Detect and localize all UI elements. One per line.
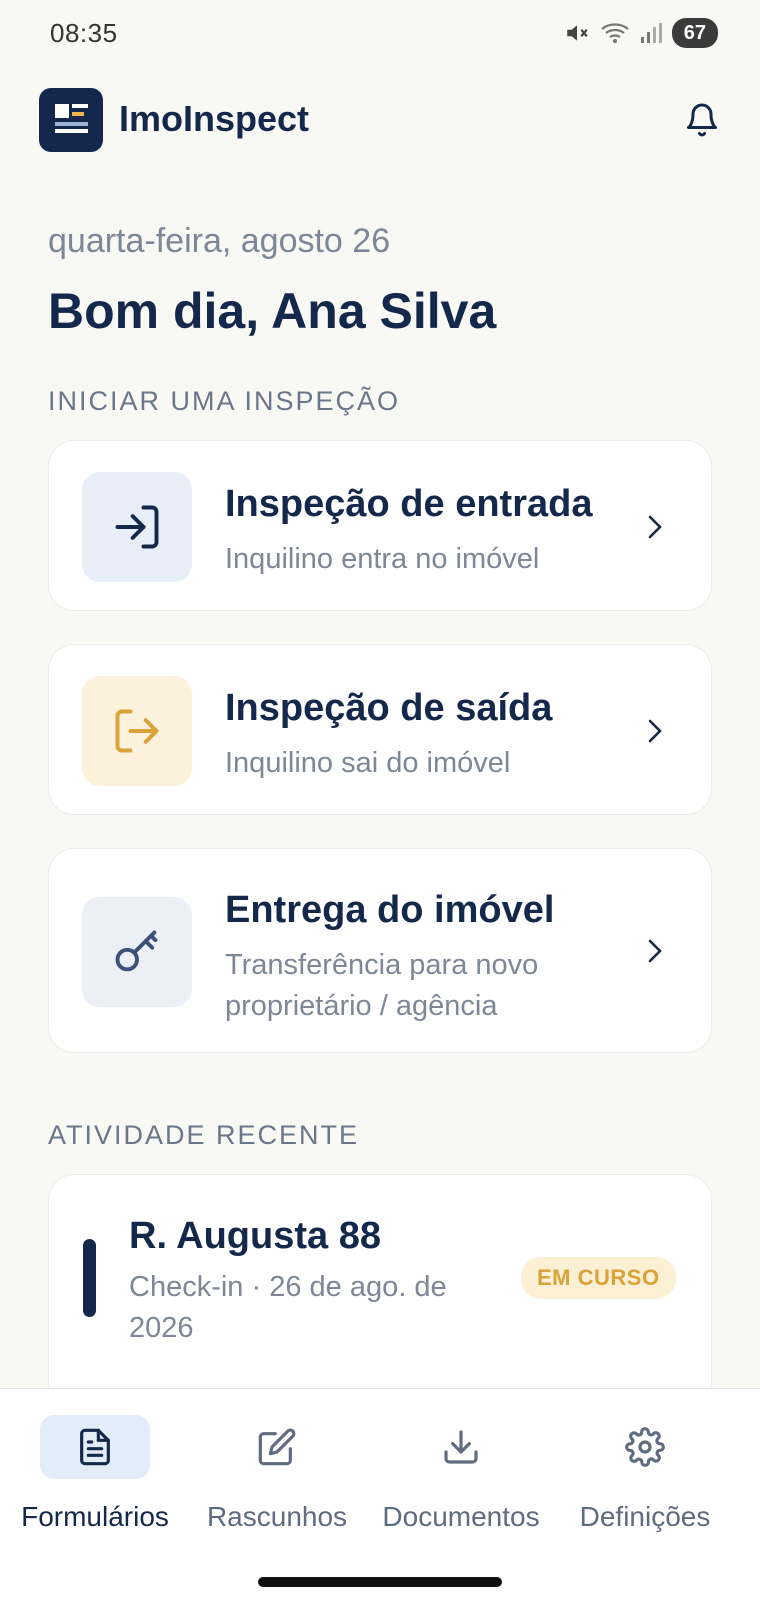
status-bar: 08:35 67 <box>0 0 760 70</box>
card-property-handover[interactable]: Entrega do imóvel Transferência para nov… <box>48 848 712 1053</box>
nav-label: Rascunhos <box>206 1501 348 1532</box>
status-badge: EM CURSO <box>521 1257 676 1299</box>
greeting-title: Bom dia, Ana Silva <box>48 283 497 339</box>
nav-item-forms[interactable]: Formulários <box>0 1415 190 1533</box>
chevron-right-icon <box>643 511 667 548</box>
sign-in-icon <box>82 472 192 582</box>
card-check-in-inspection[interactable]: Inspeção de entrada Inquilino entra no i… <box>48 440 712 611</box>
signal-icon <box>640 20 662 46</box>
nav-label: Definições <box>579 1501 711 1532</box>
mute-icon <box>564 20 590 46</box>
start-inspection-label: INICIAR UMA INSPEÇÃO <box>48 386 401 416</box>
chevron-right-icon <box>643 935 667 972</box>
nav-label: Formulários <box>21 1501 169 1532</box>
edit-icon <box>222 1415 332 1479</box>
app-brand-name: ImoInspect <box>119 98 310 139</box>
card-title: Entrega do imóvel <box>225 889 555 931</box>
card-subtitle: Inquilino entra no imóvel <box>225 543 540 575</box>
notifications-bell-icon[interactable] <box>684 102 720 143</box>
key-icon <box>82 897 192 1007</box>
battery-indicator: 67 <box>671 18 718 48</box>
document-icon <box>40 1415 150 1479</box>
status-time: 08:35 <box>50 18 118 48</box>
chevron-right-icon <box>643 715 667 752</box>
current-date: quarta-feira, agosto 26 <box>48 222 391 260</box>
app-logo <box>39 88 103 152</box>
home-indicator[interactable] <box>258 1577 502 1587</box>
nav-item-drafts[interactable]: Rascunhos <box>182 1415 372 1533</box>
card-subtitle: Transferência para novo proprietário / a… <box>225 949 539 1022</box>
status-icons: 67 <box>564 18 718 48</box>
nav-label: Documentos <box>382 1501 540 1532</box>
sign-out-icon <box>82 676 192 786</box>
card-check-out-inspection[interactable]: Inspeção de saída Inquilino sai do imóve… <box>48 644 712 815</box>
activity-indicator <box>83 1239 96 1317</box>
nav-item-settings[interactable]: Definições <box>550 1415 740 1533</box>
download-icon <box>406 1415 516 1479</box>
activity-address: R. Augusta 88 <box>129 1215 381 1257</box>
app-header: ImoInspect <box>39 88 720 152</box>
recent-activity-item[interactable]: R. Augusta 88 Check-in · 26 de ago. de 2… <box>48 1174 712 1414</box>
card-title: Inspeção de saída <box>225 687 553 729</box>
activity-details: Check-in · 26 de ago. de 2026 <box>129 1271 447 1344</box>
wifi-icon <box>600 20 630 46</box>
gear-icon <box>590 1415 700 1479</box>
card-title: Inspeção de entrada <box>225 483 593 525</box>
nav-item-documents[interactable]: Documentos <box>366 1415 556 1533</box>
recent-activity-label: ATIVIDADE RECENTE <box>48 1120 360 1150</box>
card-subtitle: Inquilino sai do imóvel <box>225 747 511 779</box>
